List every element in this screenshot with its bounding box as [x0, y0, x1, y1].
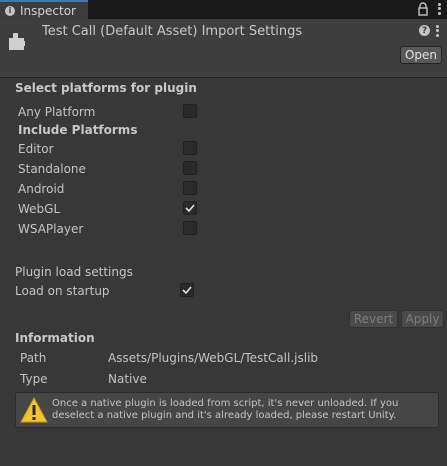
any-platform-label: Any Platform: [18, 105, 96, 119]
platform-label-editor: Editor: [18, 142, 54, 156]
checkmark-icon: [185, 204, 195, 213]
inspector-header: Test Call (Default Asset) Import Setting…: [0, 19, 447, 78]
lock-icon[interactable]: [417, 2, 429, 16]
platform-checkbox-wsaplayer[interactable]: [183, 221, 197, 235]
type-value: Native: [108, 372, 147, 386]
plugin-icon: [8, 31, 26, 51]
platform-label-webgl: WebGL: [18, 202, 61, 216]
tab-bar: i Inspector: [0, 0, 447, 19]
platform-checkbox-editor[interactable]: [183, 141, 197, 155]
apply-button[interactable]: Apply: [401, 310, 444, 328]
information-title: Information: [15, 331, 95, 345]
warning-icon: [20, 396, 48, 423]
page-title: Test Call (Default Asset) Import Setting…: [42, 24, 303, 39]
info-icon: i: [5, 5, 15, 16]
platform-label-wsaplayer: WSAPlayer: [18, 222, 84, 236]
warning-help-box: Once a native plugin is loaded from scri…: [15, 392, 439, 428]
include-platforms-title: Include Platforms: [18, 123, 138, 137]
platform-label-android: Android: [18, 182, 65, 196]
tab-inspector[interactable]: i Inspector: [0, 0, 88, 19]
load-on-startup-label: Load on startup: [15, 284, 110, 298]
platforms-section-title: Select platforms for plugin: [15, 81, 197, 95]
type-label: Type: [20, 372, 48, 386]
header-menu-icon[interactable]: [435, 24, 439, 38]
load-on-startup-checkbox[interactable]: [180, 283, 194, 297]
platform-checkbox-android[interactable]: [183, 181, 197, 195]
tab-label: Inspector: [20, 3, 76, 18]
open-button[interactable]: Open: [400, 46, 442, 64]
help-icon[interactable]: ?: [419, 25, 430, 36]
revert-button[interactable]: Revert: [349, 310, 398, 328]
platform-checkbox-webgl[interactable]: [183, 201, 197, 215]
platform-label-standalone: Standalone: [18, 162, 86, 176]
any-platform-checkbox[interactable]: [183, 104, 197, 118]
path-value: Assets/Plugins/WebGL/TestCall.jslib: [108, 351, 319, 365]
warning-text: Once a native plugin is loaded from scri…: [52, 398, 399, 421]
checkmark-icon: [182, 286, 192, 295]
path-label: Path: [20, 351, 47, 365]
platform-checkbox-standalone[interactable]: [183, 161, 197, 175]
tab-menu-icon[interactable]: [437, 2, 441, 16]
load-settings-title: Plugin load settings: [15, 265, 133, 279]
